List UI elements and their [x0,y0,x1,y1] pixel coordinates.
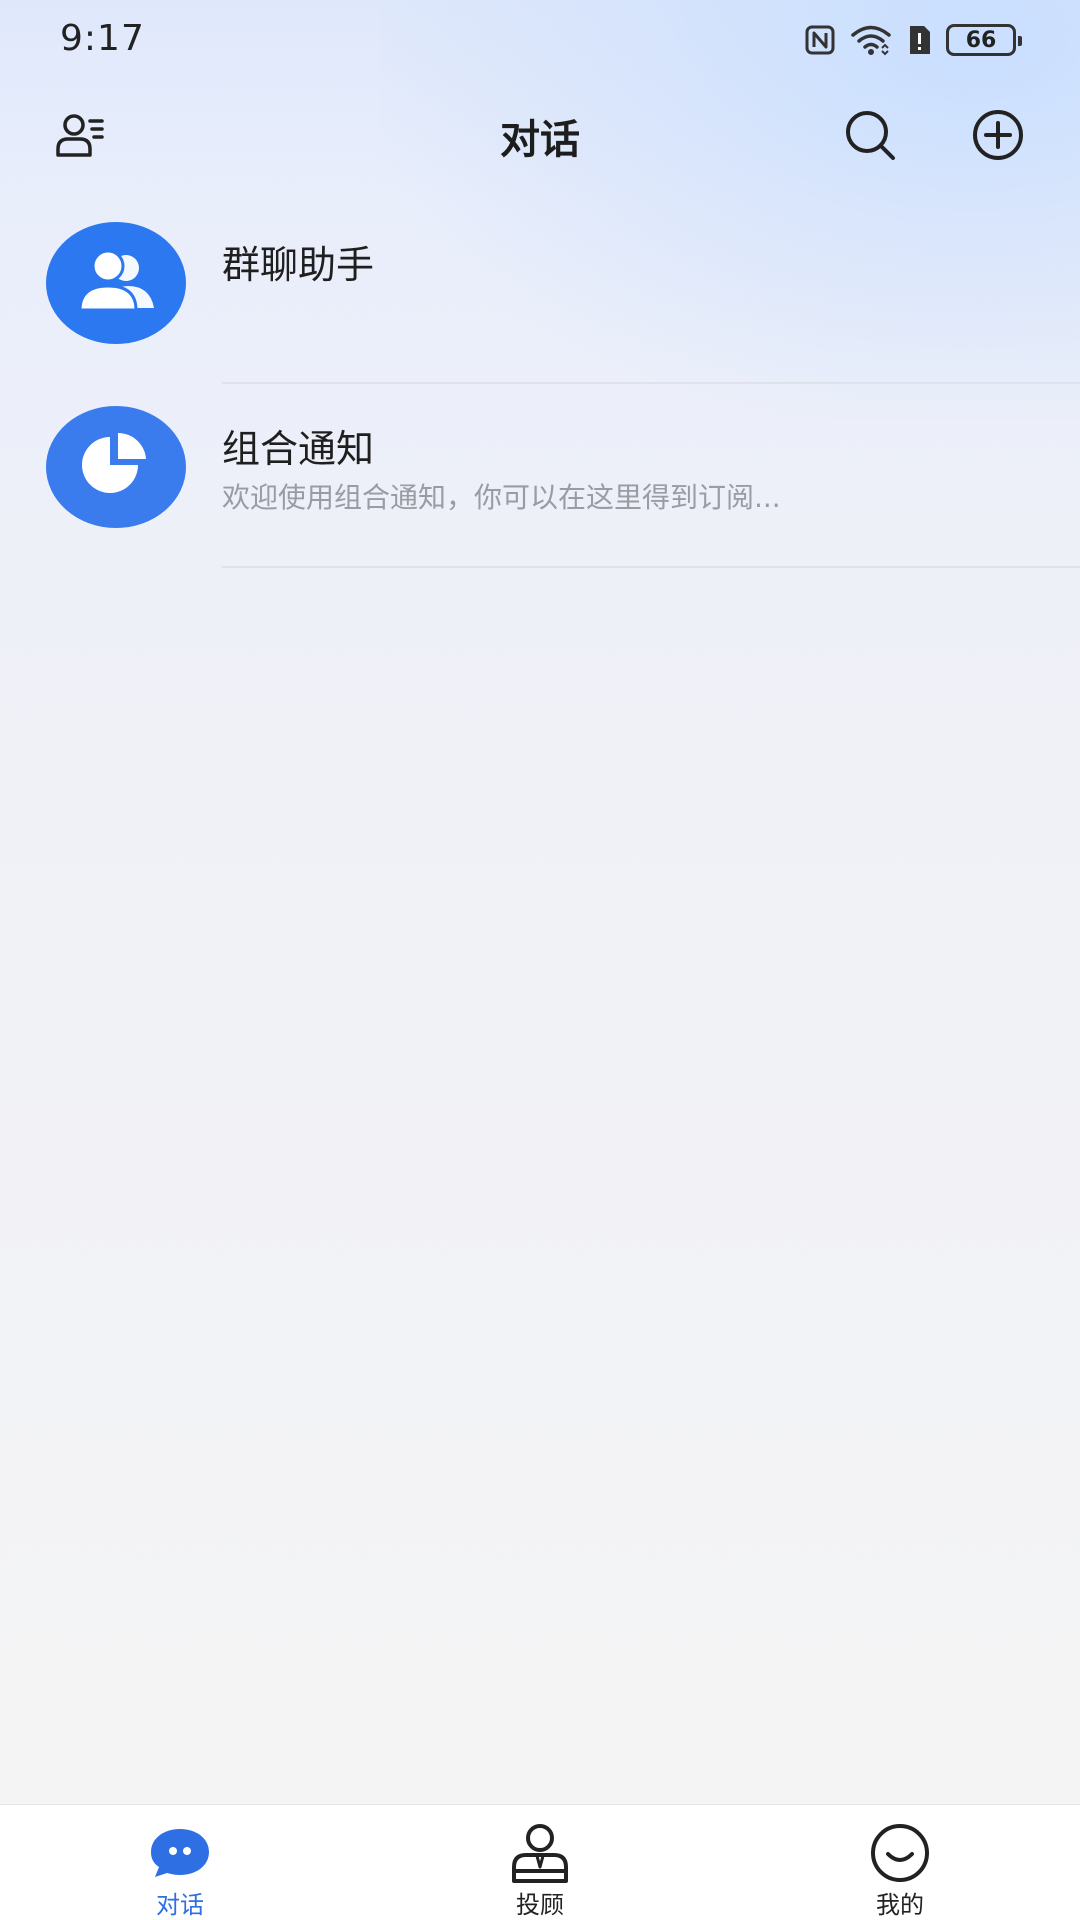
conversation-title: 组合通知 [222,427,375,471]
group-users-icon [70,246,162,320]
add-button[interactable] [968,107,1028,167]
conversation-preview: 欢迎使用组合通知，你可以在这里得到订阅... [222,481,781,514]
add-circle-icon [971,108,1025,166]
nav-label: 投顾 [516,1891,564,1919]
alert-icon [906,24,932,56]
conversation-list: 群聊助手 组合通知 欢迎使用组合通知，你可以在这里得到订阅... [0,200,1080,568]
chat-bubble-icon [149,1823,211,1883]
conversation-item-combined-notice[interactable]: 组合通知 欢迎使用组合通知，你可以在这里得到订阅... [0,384,1080,568]
search-button[interactable] [840,107,900,167]
nav-item-chat[interactable]: 对话 [80,1805,280,1920]
wifi-icon [850,24,892,56]
conversation-title: 群聊助手 [222,243,375,287]
divider [222,566,1080,568]
status-bar: 9:17 66 [0,0,1080,80]
page-title: 对话 [500,117,580,163]
advisor-icon [510,1823,570,1883]
nav-item-advisor[interactable]: 投顾 [440,1805,640,1920]
nfc-icon [804,24,836,56]
pie-chart-icon [76,429,156,505]
search-icon [843,108,897,166]
battery-icon: 66 [946,24,1022,56]
status-time: 9:17 [60,18,145,59]
nav-label: 我的 [876,1891,924,1919]
bottom-nav: 对话 投顾 我的 [0,1804,1080,1920]
battery-level: 66 [965,27,997,53]
avatar [46,406,186,528]
nav-item-me[interactable]: 我的 [800,1805,1000,1920]
header: 对话 [0,95,1080,175]
smile-icon [869,1823,931,1883]
status-icons: 66 [804,22,1022,58]
avatar [46,222,186,344]
nav-label: 对话 [156,1891,204,1919]
conversation-item-group-assistant[interactable]: 群聊助手 [0,200,1080,384]
